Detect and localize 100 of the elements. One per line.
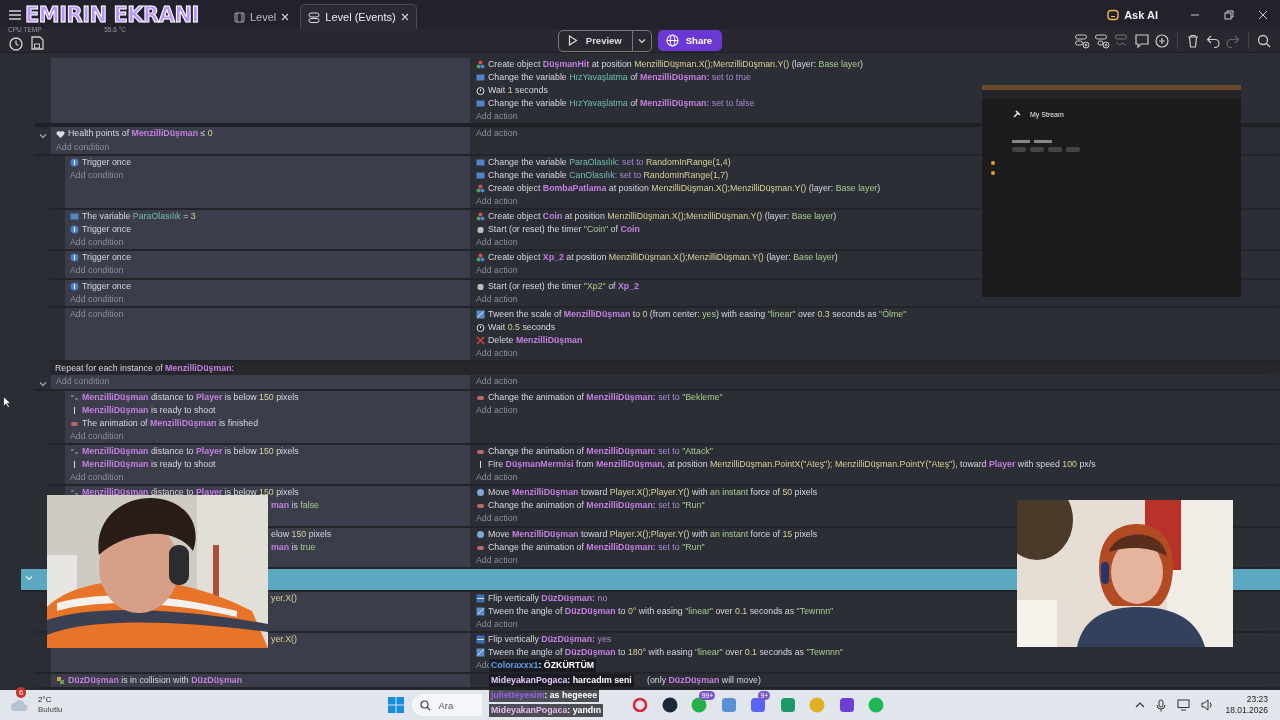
condition-text: elow 150 pixels [271,527,332,541]
close-icon[interactable] [1258,9,1268,20]
repeat-header: Repeat for each instance of MenzilliDüşman: [55,363,234,374]
search-icon[interactable] [1256,32,1272,49]
condition-text: DüzDüşman is in collision with DüzDüşman [68,674,243,688]
temperature: 2°C [38,695,53,705]
clock-time[interactable]: 23:23 [1246,694,1268,705]
add-condition-link[interactable]: Add condition [56,140,110,154]
condition-text: MenzilliDüşman is ready to shoot [82,458,216,472]
add-condition-link[interactable]: Add condition [70,307,124,321]
tween-icon [476,606,485,616]
history-icon[interactable] [8,35,24,52]
move-icon [476,529,485,539]
condition-text: MenzilliDüşman is ready to shoot [82,403,216,417]
ask-ai-button[interactable]: Ask AI [1107,8,1158,21]
shapes-icon [476,253,485,263]
app-icon[interactable] [661,697,678,713]
add-action-link[interactable]: Add action [476,512,518,526]
chevron-icon[interactable] [39,133,47,140]
add-action-link[interactable]: Add action [476,471,518,485]
volume-icon[interactable] [1201,699,1215,711]
add-action-link[interactable]: Add action [476,403,518,417]
add-action-link[interactable]: Add action [476,617,518,632]
app-icon[interactable] [838,697,855,713]
variable-icon [476,99,485,109]
editor-tab[interactable]: Level [227,5,297,29]
menu-icon[interactable] [8,8,22,21]
add-condition-link[interactable]: Add condition [70,264,124,278]
add-action-link[interactable]: Add action [476,110,518,124]
condition-text: yer.X() [271,591,297,605]
add-condition-link[interactable]: Add condition [70,429,124,443]
action-text: Wait 0.5 seconds [488,320,556,334]
condition-text: MenzilliDüşman distance to Player is below 150 pixels [82,390,299,404]
action-text: Create object Xp_2 at position MenzilliDüşman.X();MenzilliDüşman.Y() (layer: Base layer) [488,251,838,265]
restore-icon[interactable] [1224,9,1234,20]
collision-icon [56,676,65,686]
close-icon[interactable] [281,13,290,21]
action-text: Create object BombaPatlama at position MenzilliDüşman.X();MenzilliDüşman.Y() (layer: Base layer) [488,181,881,195]
globe-icon [665,34,679,47]
windows-icon[interactable] [388,697,405,713]
add-action-link[interactable]: Add action [476,194,518,209]
action-text: Tween the angle of DüzDüşman to 0° with easing "linear" over 0.1 seconds as "Tewnnn" [488,604,834,618]
condition-text: Trigger once [82,251,132,265]
save-icon[interactable] [30,35,44,50]
add-action-link[interactable]: Add [476,659,492,673]
distance-icon [70,488,79,498]
chat-message: Coloraxxx1: ÖZKÜRTÜM [489,659,597,672]
add-condition-link[interactable]: Add condition [70,471,124,485]
add-condition-link[interactable]: Add condition [56,375,110,389]
comment-icon[interactable] [1134,32,1150,49]
add-action-link[interactable]: Add action [476,264,518,278]
weather-text: Bulutlu [38,705,63,715]
distance-icon [70,392,79,402]
add-event-icon[interactable] [1074,32,1090,49]
monitor-icon[interactable] [1177,699,1191,711]
trigger-icon [70,253,79,263]
add-action-link[interactable]: Add action [476,236,518,250]
add-action-link[interactable]: Add action [476,375,518,389]
add-action-link[interactable]: Add action [476,127,518,141]
action-text: Fire DüşmanMermisi from MenzilliDüşman, at position MenzilliDüşman.PointX("Ateş"); MenzilliDüşman.PointY("Ateş"), toward Player with speed 100 px/s [488,458,1096,472]
condition-text: Trigger once [82,223,132,237]
chevron-icon[interactable] [39,381,47,388]
microphone-icon[interactable] [1156,698,1167,712]
condition-text: yer.X() [271,633,297,647]
robot-icon [1107,8,1120,21]
search-icon [420,699,432,711]
close-icon[interactable] [400,13,409,21]
add-condition-link[interactable]: Add condition [70,236,124,250]
shapes-icon [476,60,485,70]
action-text: Create object Coin at position MenzilliDüşman.X();MenzilliDüşman.Y() (layer: Base layer) [488,210,837,224]
distance-icon [70,447,79,456]
trash-icon[interactable] [1185,32,1201,49]
chat-message: MideyakanPogaca: yandın [489,704,603,717]
add-action-link[interactable]: Add action [476,553,518,567]
search-field[interactable]: Ara [412,694,483,716]
action-text: Flip vertically DüzDüşman: yes [488,633,612,647]
notification-badge: 6 [16,687,27,698]
add-action-link[interactable]: Add action [476,292,518,306]
add-condition-link[interactable]: Add condition [70,292,124,306]
chat-message: MideyakanPogaca: harcadım seni [489,674,634,687]
clock-date[interactable]: 18.01.2026 [1225,705,1268,716]
flip-icon [476,635,485,645]
share-button[interactable]: Share [657,30,723,51]
condition-text: MenzilliDüşman distance to Player is below 150 pixels [82,444,299,458]
editor-tab[interactable]: Level (Events) [300,4,417,29]
add-subevent-icon[interactable] [1094,32,1110,49]
trigger-icon [70,281,79,291]
stream-title: EMIRIN EKRANI [25,3,199,27]
action-text: Wait 1 seconds [488,84,548,98]
chevron-up-icon[interactable] [1135,701,1146,709]
action-text: Change the variable HızYavaşlatma of MenzilliDüşman: set to true [488,71,751,85]
animation-icon [476,501,485,511]
list-icon [308,11,321,23]
tween-icon [476,648,485,658]
action-text: Move MenzilliDüşman toward Player.X();Player.Y() with an instant force of 15 pixels [488,527,818,541]
add-condition-link[interactable]: Add condition [70,168,124,182]
add-action-link[interactable]: Add action [476,346,518,361]
action-text: Delete MenzilliDüşman [488,333,583,347]
add-icon[interactable] [1154,32,1170,49]
action-text: Tween the scale of MenzilliDüşman to 0 (from center: yes) with easing "linear" over 0.3 seconds as "Ölme" [488,307,907,321]
